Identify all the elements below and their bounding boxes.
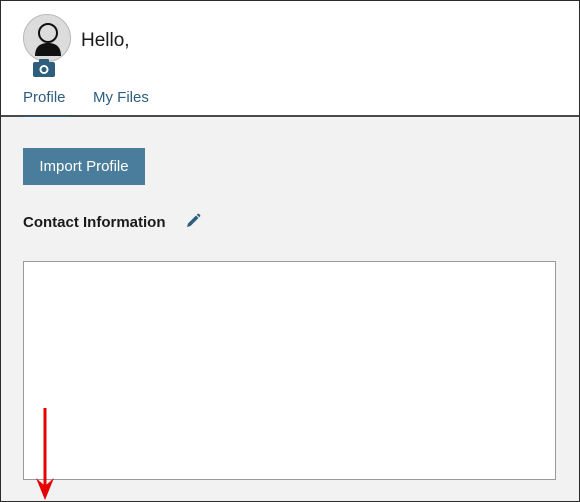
user-avatar-icon bbox=[35, 23, 61, 56]
greeting: Hello, bbox=[81, 30, 130, 51]
contact-information-title: Contact Information bbox=[23, 214, 166, 231]
profile-header: Hello, Profile My Files bbox=[1, 1, 579, 119]
avatar[interactable] bbox=[23, 14, 71, 62]
down-arrow-icon bbox=[36, 408, 54, 500]
pencil-icon[interactable] bbox=[185, 213, 201, 229]
contact-information-panel bbox=[23, 261, 556, 480]
tab-my-files[interactable]: My Files bbox=[93, 89, 149, 117]
camera-icon[interactable] bbox=[32, 58, 56, 78]
import-profile-button[interactable]: Import Profile bbox=[23, 148, 145, 185]
profile-content: Import Profile Contact Information bbox=[1, 117, 579, 501]
app-window: Hello, Profile My Files Import Profile C… bbox=[0, 0, 580, 502]
tab-profile[interactable]: Profile bbox=[23, 89, 70, 119]
